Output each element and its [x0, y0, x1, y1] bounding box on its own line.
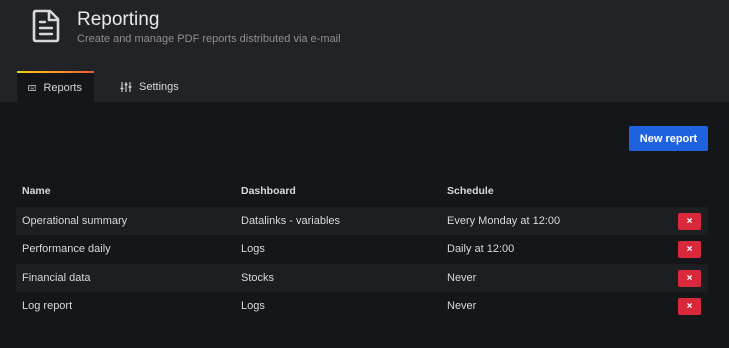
page-title: Reporting	[77, 9, 160, 30]
column-header-name[interactable]: Name	[22, 185, 51, 197]
report-name[interactable]: Performance daily	[22, 235, 111, 263]
report-name[interactable]: Financial data	[22, 264, 91, 292]
delete-report-button[interactable]: ×	[678, 241, 701, 258]
table-row[interactable]: Performance daily Logs Daily at 12:00 ×	[16, 235, 708, 263]
table-row[interactable]: Operational summary Datalinks - variable…	[16, 207, 708, 235]
tab-settings[interactable]: Settings	[108, 71, 198, 102]
new-report-button[interactable]: New report	[629, 126, 708, 151]
report-schedule[interactable]: Never	[447, 292, 476, 320]
report-schedule[interactable]: Daily at 12:00	[447, 235, 514, 263]
tab-settings-label: Settings	[139, 80, 179, 93]
delete-report-button[interactable]: ×	[678, 270, 701, 287]
report-schedule[interactable]: Never	[447, 264, 476, 292]
page-header: Reporting Create and manage PDF reports …	[0, 0, 729, 102]
report-schedule[interactable]: Every Monday at 12:00	[447, 207, 560, 235]
column-header-dashboard[interactable]: Dashboard	[241, 185, 296, 197]
table-row[interactable]: Financial data Stocks Never ×	[16, 264, 708, 292]
keyboard-icon	[28, 84, 37, 91]
delete-report-button[interactable]: ×	[678, 298, 701, 315]
report-dashboard[interactable]: Logs	[241, 292, 265, 320]
table-row[interactable]: Log report Logs Never ×	[16, 292, 708, 320]
report-dashboard[interactable]: Logs	[241, 235, 265, 263]
tab-reports-label: Reports	[43, 81, 82, 94]
report-name[interactable]: Log report	[22, 292, 72, 320]
delete-report-button[interactable]: ×	[678, 213, 701, 230]
page-subtitle: Create and manage PDF reports distribute…	[77, 33, 341, 45]
tab-reports[interactable]: Reports	[17, 71, 94, 102]
report-name[interactable]: Operational summary	[22, 207, 127, 235]
report-dashboard[interactable]: Datalinks - variables	[241, 207, 340, 235]
sliders-icon	[120, 81, 132, 92]
report-dashboard[interactable]: Stocks	[241, 264, 274, 292]
column-header-schedule[interactable]: Schedule	[447, 185, 494, 197]
document-icon	[32, 9, 60, 43]
